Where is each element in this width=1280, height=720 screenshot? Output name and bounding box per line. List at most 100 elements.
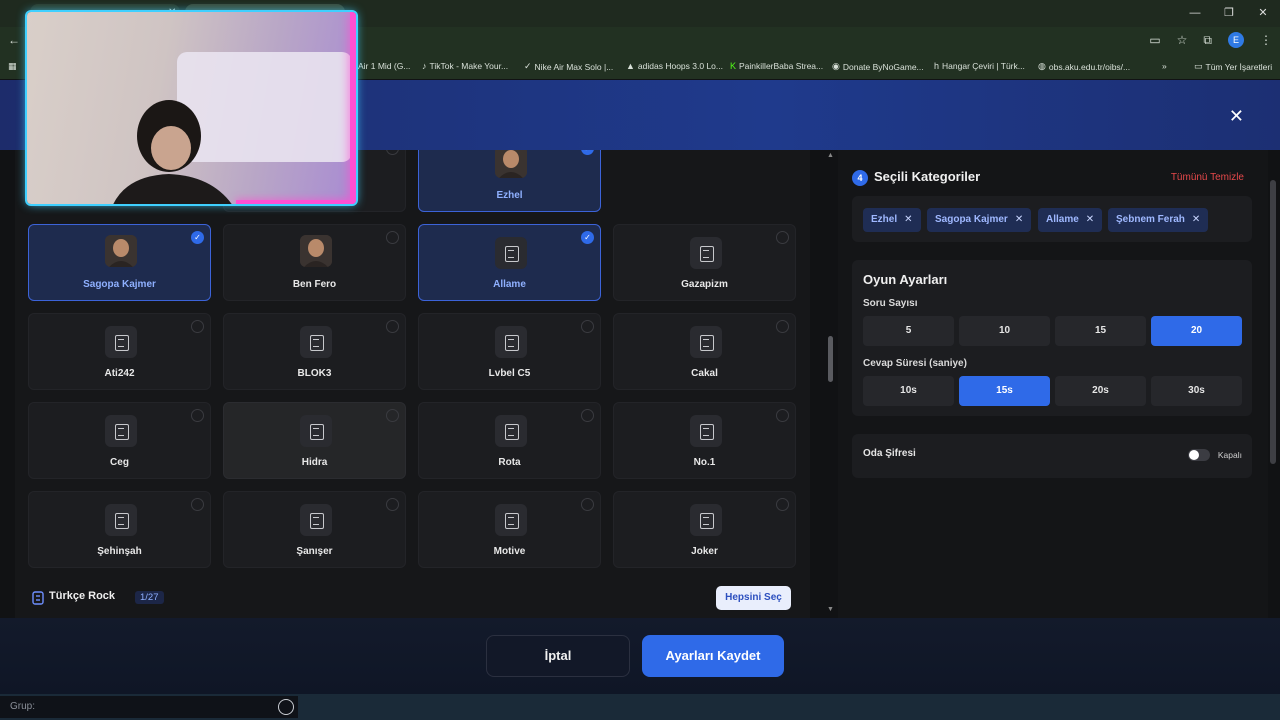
cancel-button[interactable]: İptal <box>486 635 630 677</box>
save-settings-button[interactable]: Ayarları Kaydet <box>642 635 784 677</box>
bookmark-star-icon[interactable]: ☆ <box>1177 33 1188 47</box>
category-card[interactable]: Cakal <box>613 313 796 390</box>
profile-avatar[interactable]: E <box>1228 32 1244 48</box>
bookmark-item[interactable]: ▲ adidas Hoops 3.0 Lo... <box>626 61 723 71</box>
category-card[interactable]: Joker <box>613 491 796 568</box>
category-name: Cakal <box>691 368 718 379</box>
close-window-icon[interactable]: ✕ <box>1246 0 1280 27</box>
answer-time-option[interactable]: 30s <box>1151 376 1242 406</box>
category-card[interactable]: Hidra <box>223 402 406 479</box>
answer-time-label: Cevap Süresi (saniye) <box>863 358 967 369</box>
category-card[interactable]: ✓ Allame <box>418 224 601 301</box>
remove-chip-icon[interactable]: ✕ <box>1015 214 1023 225</box>
remove-chip-icon[interactable]: ✕ <box>1192 214 1200 225</box>
scroll-up-icon[interactable]: ▲ <box>827 152 834 159</box>
category-card[interactable]: BLOK3 <box>223 313 406 390</box>
category-card[interactable]: ✓ Sagopa Kajmer <box>28 224 211 301</box>
category-icon <box>690 504 722 536</box>
category-scrollbar[interactable]: ▲ ▼ <box>826 150 836 618</box>
group-field[interactable]: Grup: <box>0 696 298 718</box>
radio-circle[interactable] <box>386 231 399 244</box>
selected-chip[interactable]: Sagopa Kajmer ✕ <box>927 208 1032 232</box>
settings-scrollbar[interactable] <box>1270 180 1276 464</box>
category-card[interactable]: No.1 <box>613 402 796 479</box>
category-card[interactable]: Lvbel C5 <box>418 313 601 390</box>
bookmark-item[interactable]: h Hangar Çeviri | Türk... <box>934 61 1025 71</box>
cast-icon[interactable]: ▭ <box>1149 33 1160 47</box>
back-icon[interactable]: ← <box>8 33 20 47</box>
answer-time-option[interactable]: 15s <box>959 376 1050 406</box>
category-card[interactable]: Ben Fero <box>223 224 406 301</box>
database-icon <box>114 334 129 351</box>
category-card[interactable]: ✓ Ezhel <box>418 150 601 212</box>
remove-chip-icon[interactable]: ✕ <box>904 214 912 225</box>
category-card[interactable]: Ati242 <box>28 313 211 390</box>
database-icon <box>309 423 324 440</box>
settings-panel: 4 Seçili Kategoriler Tümünü Temizle Ezhe… <box>838 150 1268 618</box>
question-count-label: Soru Sayısı <box>863 298 918 309</box>
password-state: Kapalı <box>1217 450 1242 460</box>
remove-chip-icon[interactable]: ✕ <box>1086 214 1094 225</box>
close-modal-icon[interactable]: ✕ <box>1229 106 1244 127</box>
checkmark-icon[interactable]: ✓ <box>581 231 594 244</box>
bookmark-item[interactable]: ◉ Donate ByNoGame... <box>832 61 924 72</box>
bookmark-item[interactable]: K PainkillerBaba Strea... <box>730 61 823 71</box>
chat-icon[interactable] <box>278 699 294 715</box>
scroll-down-icon[interactable]: ▼ <box>827 606 834 613</box>
scrollbar-thumb[interactable] <box>828 336 833 382</box>
bookmark-label: PainkillerBaba Strea... <box>739 61 824 71</box>
radio-circle[interactable] <box>191 498 204 511</box>
select-all-button[interactable]: Hepsini Seç <box>716 586 791 610</box>
bookmark-item[interactable]: ◍ obs.aku.edu.tr/oibs/... <box>1038 61 1130 72</box>
artist-avatar <box>105 235 137 267</box>
radio-circle[interactable] <box>386 320 399 333</box>
radio-circle[interactable] <box>386 150 399 155</box>
selected-chip[interactable]: Ezhel ✕ <box>863 208 921 232</box>
clear-all-link[interactable]: Tümünü Temizle <box>1171 172 1244 183</box>
question-count-option[interactable]: 15 <box>1055 316 1146 346</box>
question-count-option[interactable]: 20 <box>1151 316 1242 346</box>
radio-circle[interactable] <box>191 320 204 333</box>
category-card[interactable]: Şanışer <box>223 491 406 568</box>
radio-circle[interactable] <box>776 320 789 333</box>
hangar-icon: h <box>934 61 940 71</box>
all-bookmarks[interactable]: ▭ Tüm Yer İşaretleri <box>1194 61 1272 72</box>
radio-circle[interactable] <box>776 409 789 422</box>
radio-circle[interactable] <box>581 498 594 511</box>
minimize-icon[interactable]: — <box>1178 0 1212 27</box>
password-toggle[interactable] <box>1188 449 1210 461</box>
radio-circle[interactable] <box>191 409 204 422</box>
selected-chip[interactable]: Şebnem Ferah ✕ <box>1108 208 1209 232</box>
question-count-option[interactable]: 5 <box>863 316 954 346</box>
category-card[interactable]: Gazapizm <box>613 224 796 301</box>
category-card[interactable]: Motive <box>418 491 601 568</box>
menu-icon[interactable]: ⋮ <box>1260 33 1272 47</box>
question-count-option[interactable]: 10 <box>959 316 1050 346</box>
answer-time-option[interactable]: 20s <box>1055 376 1146 406</box>
category-name: Hidra <box>301 457 328 468</box>
nike-icon: ✓ <box>524 61 532 71</box>
webcam-overlay <box>27 12 356 204</box>
bookmark-item[interactable]: Air 1 Mid (G... <box>358 61 410 71</box>
radio-circle[interactable] <box>581 409 594 422</box>
category-card[interactable]: Rota <box>418 402 601 479</box>
radio-circle[interactable] <box>581 320 594 333</box>
extensions-icon[interactable]: ⧉ <box>1203 33 1212 48</box>
bookmark-item[interactable]: ♪ TikTok - Make Your... <box>422 61 508 71</box>
category-card[interactable]: Ceg <box>28 402 211 479</box>
radio-circle[interactable] <box>386 498 399 511</box>
bookmark-item[interactable]: ✓ Nike Air Max Solo |... <box>524 61 613 72</box>
answer-time-option[interactable]: 10s <box>863 376 954 406</box>
adidas-icon: ▲ <box>626 61 635 71</box>
checkmark-icon[interactable]: ✓ <box>581 150 594 155</box>
maximize-icon[interactable]: ❐ <box>1212 0 1246 27</box>
artist-avatar <box>300 235 332 267</box>
radio-circle[interactable] <box>386 409 399 422</box>
radio-circle[interactable] <box>776 231 789 244</box>
category-card[interactable]: Şehinşah <box>28 491 211 568</box>
radio-circle[interactable] <box>776 498 789 511</box>
checkmark-icon[interactable]: ✓ <box>191 231 204 244</box>
selected-chip[interactable]: Allame ✕ <box>1038 208 1103 232</box>
more-bookmarks-icon[interactable]: » <box>1162 61 1167 71</box>
apps-icon[interactable]: ▦ <box>8 61 17 72</box>
